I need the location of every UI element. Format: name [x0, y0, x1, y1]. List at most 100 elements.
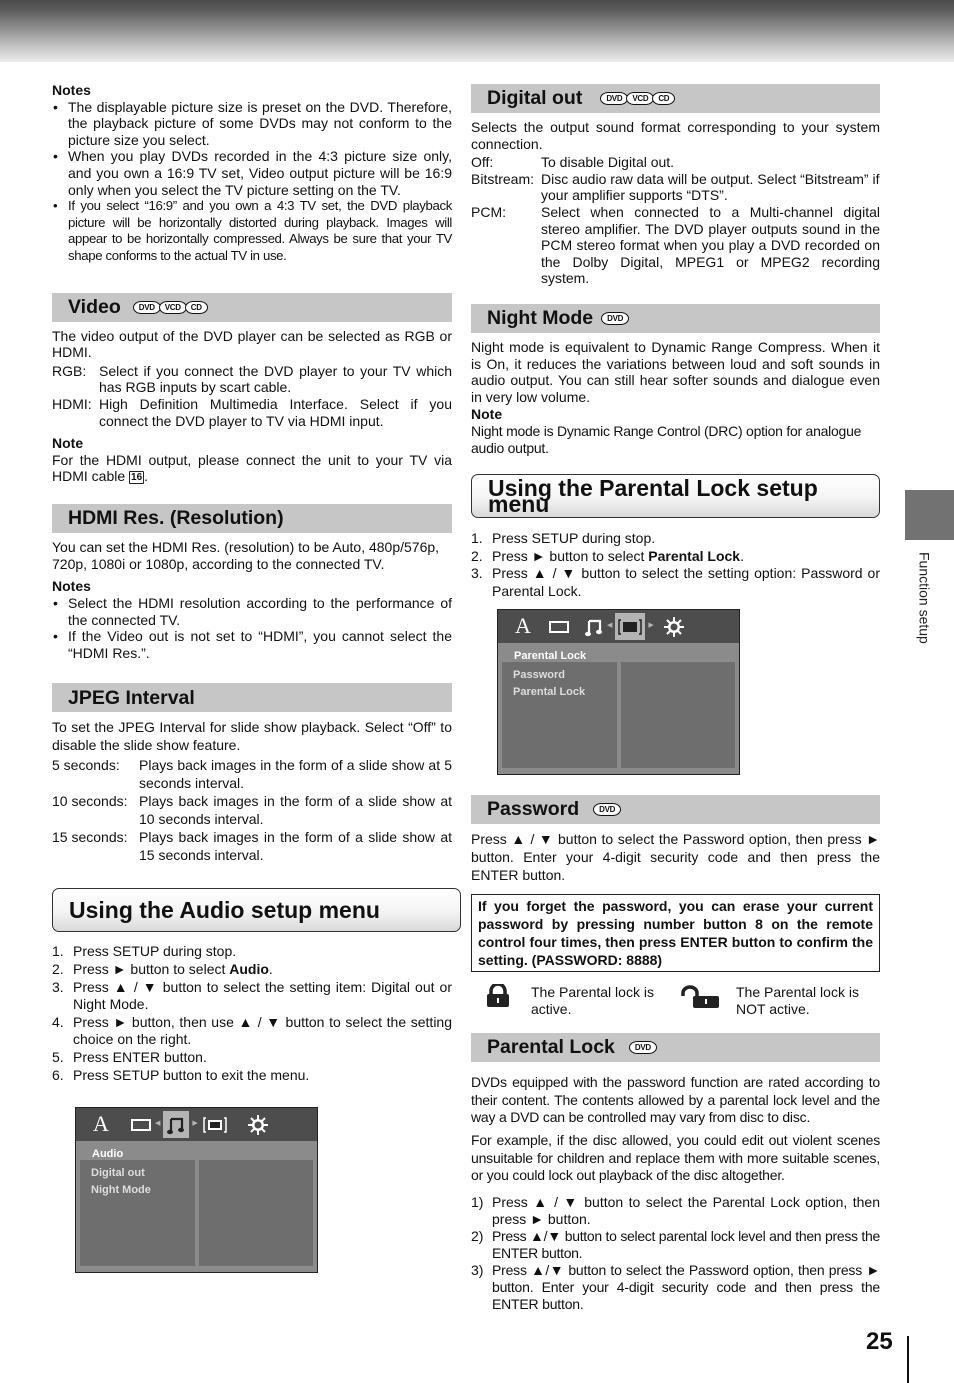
- step-bold: Parental Lock: [648, 547, 741, 564]
- def-term: 10 seconds:: [52, 793, 128, 810]
- section-night-mode-header: Night Mode DVD: [471, 303, 880, 333]
- def-term: HDMI:: [52, 395, 92, 412]
- step-item: 3. Press ▲ / ▼ button to select the setti…: [52, 979, 452, 1014]
- parental-lock-icon[interactable]: [615, 613, 646, 640]
- step-text: Press ENTER button.: [73, 1049, 452, 1067]
- dvd-badge-icon: DVD: [600, 92, 629, 105]
- step-pre: Press ► button, then use ▲ / ▼ button to…: [73, 1013, 452, 1048]
- header-gradient-bar: [0, 0, 954, 62]
- note-item: When you play DVDs recorded in the 4:3 p…: [52, 148, 452, 198]
- step-text: Press ▲/▼ button to select the Password …: [492, 1261, 880, 1312]
- section-video-header: Video DVD VCD CD: [52, 292, 452, 322]
- section-title: Parental Lock: [487, 1036, 615, 1059]
- step-item: 2) Press ▲/▼ button to select parental lo…: [471, 1228, 880, 1262]
- page-number: 25: [866, 1328, 893, 1355]
- dvd-badge-icon: DVD: [601, 311, 630, 325]
- step-num: 3.: [52, 978, 64, 995]
- step-item: 6. Press SETUP button to exit the menu.: [52, 1067, 452, 1085]
- dvd-badge-icon: DVD: [628, 1041, 657, 1055]
- step-text: Press SETUP button to exit the menu.: [73, 1067, 452, 1085]
- step-num: 5.: [52, 1049, 64, 1065]
- step-pre: Press SETUP during stop.: [492, 530, 656, 547]
- osd-item-parental-lock[interactable]: Parental Lock: [513, 684, 606, 701]
- step-pre: Press ▲ / ▼ button to select the setting…: [73, 978, 452, 1013]
- step-num: 3.: [471, 565, 483, 582]
- step-item: 2. Press ► button to select Audio.: [52, 961, 452, 979]
- side-tab-marker: [905, 490, 954, 540]
- section-password-header: Password DVD: [471, 795, 880, 824]
- def-term: PCM:: [471, 203, 506, 220]
- section-title: JPEG Interval: [68, 686, 195, 709]
- step-item: 3. Press ▲ / ▼ button to select the setti…: [471, 565, 880, 600]
- video-screen-icon[interactable]: [548, 613, 570, 640]
- password-warning-box: If you forget the password, you can eras…: [471, 894, 880, 972]
- osd-item-password[interactable]: Password: [513, 667, 606, 684]
- def-term: Off:: [471, 154, 494, 171]
- step-item: 3) Press ▲/▼ button to select the Passwor…: [471, 1262, 880, 1313]
- step-text: Press ▲/▼ button to select parental lock…: [492, 1227, 880, 1261]
- osd-options-pane: Password Parental Lock: [502, 662, 617, 768]
- osd-menu-label: Parental Lock: [514, 650, 587, 662]
- osd-values-pane: [198, 1160, 313, 1266]
- disc-badges: DVD: [601, 311, 630, 325]
- def-desc: Plays back images in the form of a slide…: [139, 757, 452, 792]
- language-icon[interactable]: A: [512, 613, 534, 640]
- step-pre: Press SETUP during stop.: [73, 943, 237, 960]
- parental-lock-icon[interactable]: [201, 1111, 229, 1138]
- note-item: If you select “16:9” and you own a 4:3 T…: [52, 198, 452, 264]
- step-text: Press ► button to select Audio.: [73, 961, 452, 979]
- notes-title: Notes: [52, 82, 91, 98]
- right-column: Digital out DVD VCD CD Selects the outpu…: [471, 84, 880, 600]
- step-text: Press SETUP during stop.: [492, 530, 880, 548]
- note-item: If the Video out is not set to “HDMI”, y…: [52, 628, 452, 661]
- osd-panes: Password Parental Lock: [498, 662, 739, 772]
- audio-music-icon[interactable]: [584, 613, 604, 640]
- step-post: .: [740, 547, 744, 564]
- video-intro: The video output of the DVD player can b…: [52, 327, 452, 361]
- video-screen-icon[interactable]: [130, 1111, 152, 1138]
- step-pre: Press ► button to select: [73, 961, 230, 978]
- osd-menu-label: Audio: [92, 1148, 124, 1160]
- left-column: Notes The displayable picture size is pr…: [52, 82, 461, 1084]
- section-title: Night Mode: [487, 307, 594, 330]
- def-desc: Plays back images in the form of a slide…: [139, 829, 452, 864]
- video-def-rgb: RGB: Select if you connect the DVD playe…: [52, 363, 452, 396]
- osd-item-night-mode[interactable]: Night Mode: [91, 1182, 184, 1199]
- heading-text: Using the Parental Lock setup menu: [488, 474, 818, 518]
- night-mode-note-text: Night mode is Dynamic Range Control (DRC…: [471, 422, 862, 456]
- section-digital-out-header: Digital out DVD VCD CD: [471, 84, 880, 113]
- osd-item-digital-out[interactable]: Digital out: [91, 1165, 184, 1182]
- disc-badges: DVD VCD CD: [600, 92, 676, 105]
- left-arrow-icon: ◀: [155, 1120, 161, 1128]
- step-text: Press ► button to select Parental Lock.: [492, 548, 880, 566]
- page-reference-icon: 16: [129, 471, 145, 485]
- lock-inactive-text: The Parental lock is NOT active.: [736, 984, 859, 1017]
- step-num: 1): [471, 1193, 484, 1210]
- section-hdmi-res-header: HDMI Res. (Resolution): [52, 504, 452, 534]
- osd-panes: Digital out Night Mode: [76, 1160, 317, 1270]
- step-text: Press SETUP during stop.: [73, 943, 452, 961]
- preferences-gear-icon[interactable]: [663, 613, 685, 640]
- parental-steps: 1. Press SETUP during stop. 2. Press ► but…: [471, 530, 880, 600]
- disc-badges: DVD VCD CD: [132, 300, 208, 314]
- note-item: The displayable picture size is preset o…: [52, 99, 452, 149]
- audio-osd-menu: A ◀ ▶ Audio Digital out Night Mode: [75, 1107, 318, 1273]
- right-column-lower: Password DVD Press ▲ / ▼ button to selec…: [471, 795, 880, 1313]
- lock-active-text: The Parental lock is active.: [531, 984, 654, 1017]
- def-term: RGB:: [52, 362, 87, 379]
- left-arrow-icon: ◀: [607, 622, 613, 630]
- heading-text: Using the Audio setup menu: [69, 897, 380, 924]
- step-num: 4.: [52, 1013, 64, 1030]
- digital-out-def: Bitstream: Disc audio raw data will be o…: [471, 171, 880, 204]
- audio-music-icon[interactable]: [163, 1111, 190, 1138]
- section-title: Password: [487, 798, 580, 821]
- disc-badges: DVD: [593, 803, 622, 816]
- osd-icon-bar: A ◀ ▶: [76, 1108, 317, 1141]
- audio-steps: 1. Press SETUP during stop. 2. Press ► but…: [52, 943, 452, 1084]
- preferences-gear-icon[interactable]: [247, 1111, 269, 1138]
- step-pre: Press SETUP button to exit the menu.: [73, 1066, 310, 1083]
- digital-out-intro: Selects the output sound format correspo…: [471, 119, 880, 152]
- side-tab-label: Function setup: [916, 552, 933, 644]
- language-icon[interactable]: A: [90, 1111, 112, 1138]
- def-term: 5 seconds:: [52, 757, 120, 774]
